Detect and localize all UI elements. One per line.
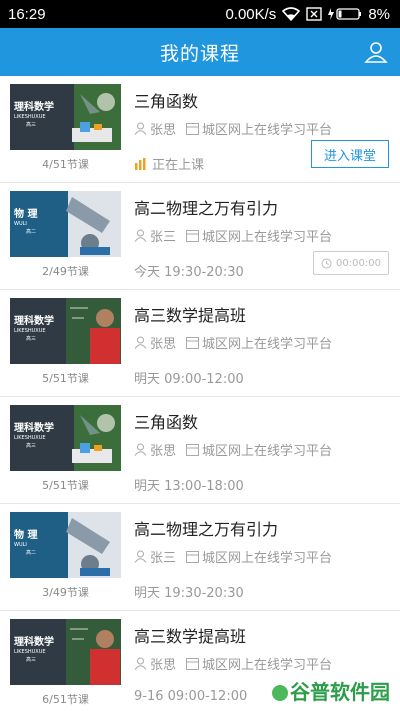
person-icon: [134, 229, 147, 242]
thumbnail-label: 理科数学 LIKESHUXUE 高三: [14, 423, 54, 449]
network-speed: 0.00K/s: [225, 5, 277, 23]
course-thumbnail: 理科数学 LIKESHUXUE 高三: [10, 298, 121, 364]
wifi-icon: [282, 7, 301, 21]
course-list: 理科数学 LIKESHUXUE 高三 4/51节课 三角函数 张思 城区网上在线…: [0, 76, 400, 711]
teacher-name: 张三: [150, 230, 177, 245]
platform-name: 城区网上在线学习平台: [202, 658, 333, 673]
thumbnail-label: 理科数学 LIKESHUXUE 高三: [14, 102, 54, 128]
class-time: 明天 13:00-18:00: [134, 479, 244, 494]
course-thumbnail: 理科数学 LIKESHUXUE 高三: [10, 619, 121, 685]
page-title: 我的课程: [159, 42, 240, 65]
platform-name: 城区网上在线学习平台: [202, 123, 333, 138]
teacher-name: 张思: [150, 123, 177, 138]
thumbnail-label: 物 理 WULI 高二: [14, 209, 38, 235]
user-icon: [364, 42, 388, 63]
course-item[interactable]: 理科数学 LIKESHUXUE 高三 5/51节课 三角函数 张思 城区网上在线…: [0, 397, 400, 504]
course-title: 高三数学提高班: [134, 627, 247, 646]
course-thumbnail: 物 理 WULI 高二: [10, 191, 121, 257]
live-bars-icon: [135, 157, 146, 170]
class-time: 明天 09:00-12:00: [134, 372, 244, 387]
watermark-logo-icon: [272, 685, 288, 701]
class-time: 今天 19:30-20:30: [134, 265, 244, 280]
person-icon: [134, 657, 147, 670]
platform-icon: [186, 657, 200, 670]
enter-classroom-button[interactable]: 进入课堂: [311, 140, 389, 168]
course-title: 三角函数: [134, 413, 199, 432]
person-icon: [134, 122, 147, 135]
platform-name: 城区网上在线学习平台: [202, 444, 333, 459]
course-item[interactable]: 理科数学 LIKESHUXUE 高三 5/51节课 高三数学提高班 张思 城区网…: [0, 290, 400, 397]
status-bar: 16:29 0.00K/s 8%: [0, 0, 400, 28]
platform-icon: [186, 229, 200, 242]
lesson-progress: 5/51节课: [42, 372, 89, 385]
course-title: 高三数学提高班: [134, 306, 247, 325]
battery-charging-icon: [328, 7, 362, 21]
course-title: 三角函数: [134, 92, 199, 111]
clock-icon: [321, 258, 332, 268]
countdown-timer[interactable]: 00:00:00: [313, 251, 389, 275]
platform-icon: [186, 443, 200, 456]
platform-icon: [186, 336, 200, 349]
thumbnail-label: 理科数学 LIKESHUXUE 高三: [14, 316, 54, 342]
thumbnail-label: 理科数学 LIKESHUXUE 高三: [14, 637, 54, 663]
platform-icon: [186, 550, 200, 563]
platform-name: 城区网上在线学习平台: [202, 337, 333, 352]
teacher-name: 张思: [150, 444, 177, 459]
watermark: 谷普软件园: [272, 676, 390, 705]
course-thumbnail: 理科数学 LIKESHUXUE 高三: [10, 84, 121, 150]
course-title: 高二物理之万有引力: [134, 199, 279, 218]
lesson-progress: 5/51节课: [42, 479, 89, 492]
teacher-name: 张思: [150, 337, 177, 352]
battery-level: 8%: [368, 5, 390, 23]
course-thumbnail: 理科数学 LIKESHUXUE 高三: [10, 405, 121, 471]
live-status: 正在上课: [134, 154, 204, 173]
teacher-name: 张思: [150, 658, 177, 673]
person-icon: [134, 443, 147, 456]
lesson-progress: 4/51节课: [42, 158, 89, 171]
platform-name: 城区网上在线学习平台: [202, 551, 333, 566]
platform-icon: [186, 122, 200, 135]
course-item[interactable]: 物 理 WULI 高二 2/49节课 高二物理之万有引力 张三 城区网上在线学习…: [0, 183, 400, 290]
course-title: 高二物理之万有引力: [134, 520, 279, 539]
lesson-progress: 6/51节课: [42, 693, 89, 706]
class-time: 9-16 09:00-12:00: [134, 689, 248, 704]
person-icon: [134, 550, 147, 563]
thumbnail-label: 物 理 WULI 高二: [14, 530, 38, 556]
no-sim-icon: [306, 7, 323, 21]
platform-name: 城区网上在线学习平台: [202, 230, 333, 245]
lesson-progress: 3/49节课: [42, 586, 89, 599]
person-icon: [134, 336, 147, 349]
teacher-name: 张三: [150, 551, 177, 566]
app-bar: 我的课程: [0, 28, 400, 76]
course-thumbnail: 物 理 WULI 高二: [10, 512, 121, 578]
course-item[interactable]: 物 理 WULI 高二 3/49节课 高二物理之万有引力 张三 城区网上在线学习…: [0, 504, 400, 611]
class-time: 明天 19:30-20:30: [134, 586, 244, 601]
user-profile-button[interactable]: [364, 40, 388, 64]
status-time: 16:29: [8, 5, 46, 23]
lesson-progress: 2/49节课: [42, 265, 89, 278]
course-item[interactable]: 理科数学 LIKESHUXUE 高三 4/51节课 三角函数 张思 城区网上在线…: [0, 76, 400, 183]
